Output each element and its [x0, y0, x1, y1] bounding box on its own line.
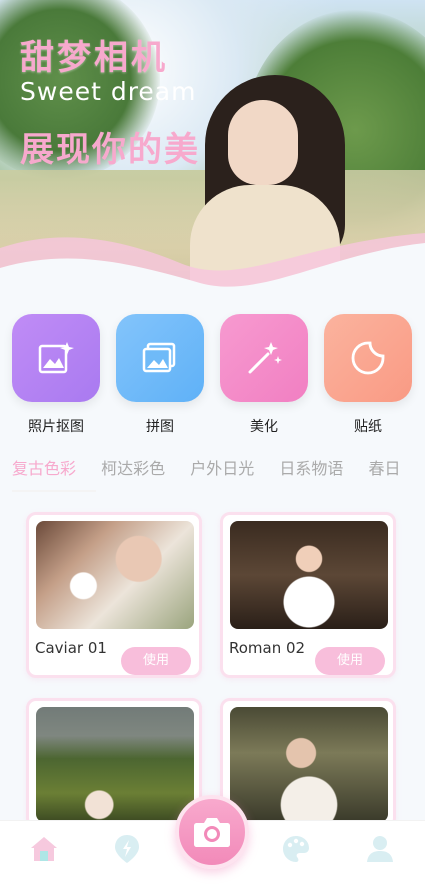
camera-icon — [194, 818, 230, 847]
filter-category-tabs: 复古色彩 柯达彩色 户外日光 日系物语 春日 — [12, 455, 425, 485]
photo-edit-icon — [38, 342, 74, 374]
filter-preview-image — [36, 521, 194, 629]
filter-name: Roman 02 — [229, 639, 306, 657]
use-filter-button[interactable]: 使用 — [315, 647, 385, 675]
tab-kodak[interactable]: 柯达彩色 — [101, 455, 165, 479]
filter-preview-image — [36, 707, 194, 822]
feature-sticker[interactable]: 贴纸 — [324, 314, 412, 436]
hero-banner: 甜梦相机 Sweet dream 展现你的美 — [0, 0, 425, 300]
hero-title: 甜梦相机 — [20, 38, 168, 78]
filter-preview-image — [230, 707, 388, 822]
nav-explore[interactable] — [109, 831, 145, 867]
hero-subtitle: Sweet dream — [20, 77, 197, 106]
filter-name: Caviar 01 — [35, 639, 107, 657]
feature-tile — [12, 314, 100, 402]
magic-wand-icon — [248, 342, 282, 374]
tab-divider — [12, 490, 96, 492]
tab-outdoor[interactable]: 户外日光 — [190, 455, 254, 479]
filter-preview-image — [230, 521, 388, 629]
filter-card[interactable]: Caviar 01 使用 — [26, 512, 202, 678]
feature-collage[interactable]: 拼图 — [116, 314, 204, 436]
filter-card[interactable] — [220, 698, 396, 828]
tab-japanese[interactable]: 日系物语 — [279, 455, 343, 479]
nav-home[interactable] — [26, 831, 62, 867]
collage-icon — [142, 342, 176, 373]
tab-vintage[interactable]: 复古色彩 — [12, 455, 76, 479]
filter-card[interactable]: Roman 02 使用 — [220, 512, 396, 678]
filter-card[interactable] — [26, 698, 202, 828]
sticker-icon — [351, 341, 385, 375]
tab-spring[interactable]: 春日 — [368, 455, 400, 479]
feature-tile — [116, 314, 204, 402]
nav-profile[interactable] — [362, 831, 398, 867]
feature-label: 照片抠图 — [28, 419, 84, 435]
feature-label: 拼图 — [146, 419, 174, 435]
feature-label: 贴纸 — [354, 419, 382, 435]
profile-icon — [367, 836, 393, 862]
home-icon — [31, 837, 57, 861]
feature-beautify[interactable]: 美化 — [220, 314, 308, 436]
nav-palette[interactable] — [278, 831, 314, 867]
feature-tile — [220, 314, 308, 402]
feature-row: 照片抠图 拼图 美化 贴纸 — [0, 314, 425, 436]
feature-cutout[interactable]: 照片抠图 — [12, 314, 100, 436]
hero-slogan: 展现你的美 — [20, 130, 200, 170]
hero-wave — [0, 233, 425, 300]
use-filter-button[interactable]: 使用 — [121, 647, 191, 675]
palette-icon — [283, 836, 309, 862]
explore-icon — [115, 835, 139, 863]
camera-button[interactable] — [175, 795, 249, 869]
feature-tile — [324, 314, 412, 402]
hero-model-face — [228, 100, 298, 185]
feature-label: 美化 — [250, 419, 278, 435]
